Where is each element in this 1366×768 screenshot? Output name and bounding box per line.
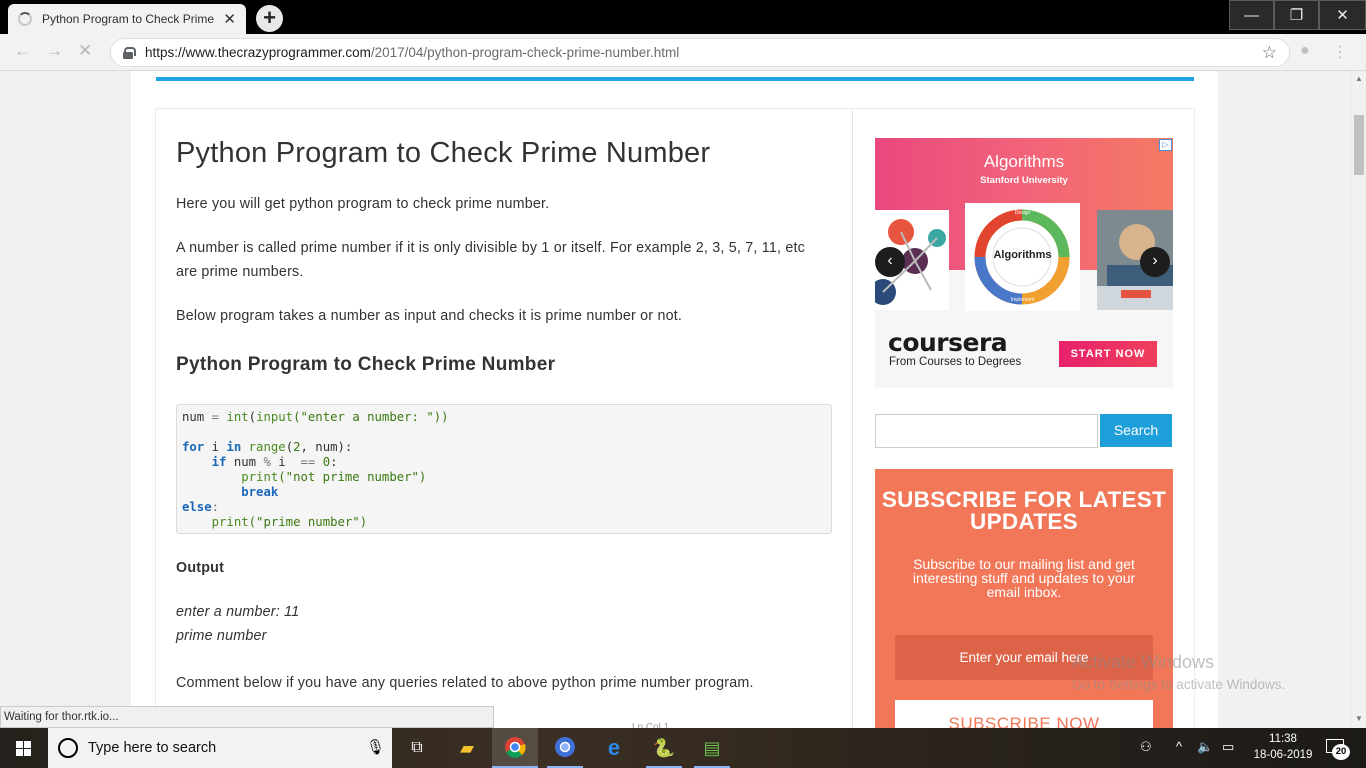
lock-icon xyxy=(123,46,136,59)
subscribe-text: Subscribe to our mailing list and get in… xyxy=(912,556,1136,600)
output-line: enter a number: 11 xyxy=(176,604,300,620)
taskbar-search-placeholder: Type here to search xyxy=(88,740,217,756)
subscribe-heading: SUBSCRIBE FOR LATEST UPDATES xyxy=(881,487,1167,534)
ad-title: Algorithms xyxy=(983,152,1065,171)
start-button[interactable] xyxy=(0,728,48,768)
chrome-secondary-icon[interactable] xyxy=(552,736,578,760)
definition-paragraph: A number is called prime number if it is… xyxy=(176,240,806,280)
chrome-icon[interactable] xyxy=(502,736,528,760)
output-line: prime number xyxy=(176,628,267,644)
ring-label-design: Design xyxy=(1014,210,1031,216)
ad-tagline: From Courses to Degrees xyxy=(889,356,1022,368)
tab-title: Python Program to Check Prime xyxy=(42,12,215,26)
clock-time: 11:38 xyxy=(1269,733,1297,745)
loading-spinner-icon xyxy=(18,12,32,26)
page-scrollbar[interactable]: ▲ ▼ xyxy=(1350,71,1366,728)
browser-toolbar: ← → ✕ https://www.thecrazyprogrammer.com… xyxy=(0,34,1366,71)
minimize-button[interactable]: — xyxy=(1229,0,1274,30)
network-icon[interactable]: ▭ xyxy=(1222,739,1234,755)
stop-icon[interactable]: ✕ xyxy=(78,41,92,61)
tray-chevron-icon[interactable]: ^ xyxy=(1176,739,1182,754)
taskbar-clock[interactable]: 11:38 18-06-2019 xyxy=(1248,731,1318,763)
microphone-icon[interactable]: 🎙 xyxy=(366,738,385,756)
people-icon[interactable]: ⚇ xyxy=(1140,739,1152,755)
carousel-prev-button[interactable]: ‹ xyxy=(875,247,905,277)
action-center-button[interactable]: 20 xyxy=(1322,736,1352,760)
adchoices-icon[interactable]: ▷ xyxy=(1159,139,1172,151)
maximize-button[interactable]: ❐ xyxy=(1274,0,1319,30)
notepad-icon[interactable]: ▤ xyxy=(699,736,725,760)
url-text[interactable]: https://www.thecrazyprogrammer.com/2017/… xyxy=(145,45,1262,60)
close-tab-icon[interactable]: ✕ xyxy=(223,10,236,28)
scrollbar-thumb[interactable] xyxy=(1354,115,1364,175)
subscribe-now-button[interactable]: SUBSCRIBE NOW xyxy=(895,700,1153,728)
scroll-down-icon[interactable]: ▼ xyxy=(1355,714,1363,723)
activation-watermark-text: Go to Settings to activate Windows. xyxy=(1072,677,1286,692)
notification-count: 20 xyxy=(1332,744,1350,760)
ad-card-algorithms[interactable]: Algorithms Design Implement xyxy=(965,203,1080,311)
volume-icon[interactable]: 🔈 xyxy=(1197,739,1213,755)
cortana-icon xyxy=(58,738,78,758)
scroll-up-icon[interactable]: ▲ xyxy=(1355,74,1363,83)
description-paragraph: Below program takes a number as input an… xyxy=(176,308,683,324)
address-bar[interactable]: https://www.thecrazyprogrammer.com/2017/… xyxy=(110,38,1290,67)
new-tab-button[interactable]: + xyxy=(256,5,283,32)
activation-watermark-title: Activate Windows xyxy=(1072,652,1215,672)
clock-date: 18-06-2019 xyxy=(1253,749,1313,761)
forward-arrow-icon[interactable]: → xyxy=(46,41,63,61)
coursera-ad[interactable]: Algorithms Stanford University ▷ Algorit… xyxy=(875,138,1173,388)
web-page: Python Program to Check Prime Number Her… xyxy=(0,71,1350,728)
close-window-button[interactable]: ✕ xyxy=(1319,0,1366,30)
extension-icon[interactable]: ● xyxy=(1300,42,1310,60)
task-view-icon[interactable]: ⧉ xyxy=(404,736,430,760)
bookmark-star-icon[interactable]: ☆ xyxy=(1262,43,1277,63)
taskbar-search-box[interactable]: Type here to search 🎙 xyxy=(48,728,392,768)
browser-titlebar: Python Program to Check Prime ✕ + — ❐ ✕ xyxy=(0,0,1366,34)
file-explorer-icon[interactable]: ▰ xyxy=(454,736,480,760)
site-container: Python Program to Check Prime Number Her… xyxy=(131,71,1218,728)
intro-paragraph: Here you will get python program to chec… xyxy=(176,196,550,212)
coursera-logo: coursera xyxy=(888,328,1008,357)
browser-tab[interactable]: Python Program to Check Prime ✕ xyxy=(8,4,246,34)
windows-taskbar: Type here to search 🎙 ⧉ ▰ e 🐍 ▤ ⚇ ^ 🔈 ▭ … xyxy=(0,728,1366,768)
start-now-button[interactable]: START NOW xyxy=(1059,341,1157,367)
windows-logo-icon xyxy=(16,741,31,756)
ad-subtitle: Stanford University xyxy=(980,175,1068,186)
edge-icon[interactable]: e xyxy=(601,736,627,760)
header-divider xyxy=(156,77,1194,81)
article-title: Python Program to Check Prime Number xyxy=(176,137,711,169)
loading-status: Waiting for thor.rtk.io... xyxy=(0,706,494,728)
ad-card-label: Algorithms xyxy=(993,249,1052,261)
back-arrow-icon[interactable]: ← xyxy=(14,41,31,61)
menu-icon[interactable]: ⋮ xyxy=(1332,42,1348,62)
carousel-next-button[interactable]: › xyxy=(1140,247,1170,277)
comment-prompt: Comment below if you have any queries re… xyxy=(176,675,754,691)
python-icon[interactable]: 🐍 xyxy=(651,736,677,760)
search-button[interactable]: Search xyxy=(1100,414,1172,447)
sidebar-search-input[interactable] xyxy=(875,414,1098,448)
output-heading: Output xyxy=(176,560,225,576)
code-heading: Python Program to Check Prime Number xyxy=(176,354,556,375)
ring-label-implement: Implement xyxy=(1010,297,1035,303)
code-block[interactable]: num = int(input("enter a number: ")) for … xyxy=(176,404,832,534)
